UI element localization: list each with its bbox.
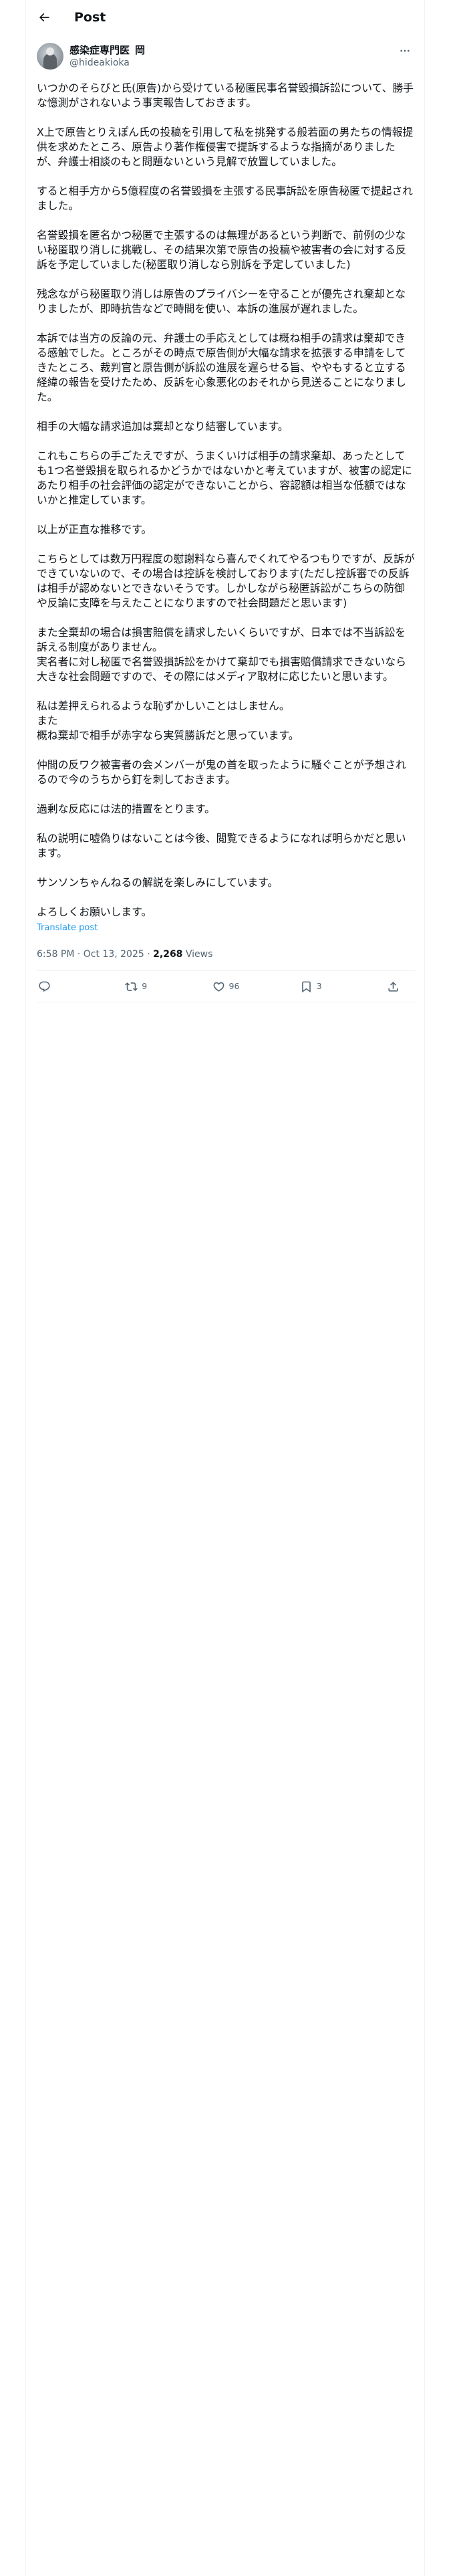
post-date[interactable]: Oct 13, 2025	[84, 949, 144, 960]
post-paragraph: いつかのそらびと氏(原告)から受けている秘匿民事名誉毀損訴訟について、勝手な憶測…	[37, 82, 414, 109]
avatar[interactable]	[37, 43, 63, 70]
like-count: 96	[229, 981, 240, 991]
bookmark-icon	[301, 981, 311, 992]
page-header: Post	[26, 0, 424, 35]
post-paragraph: すると相手方から5億程度の名誉毀損を主張する民事訴訟を原告秘匿で提起されました。	[37, 185, 413, 212]
post-paragraph: 私の説明に嘘偽りはないことは今後、閲覧できるようになれば明らかだと思います。	[37, 832, 406, 859]
reply-button[interactable]	[38, 980, 65, 993]
post-paragraph: 以上が正直な推移です。	[37, 523, 152, 536]
post-body: いつかのそらびと氏(原告)から受けている秘匿民事名誉毀損訴訟について、勝手な憶測…	[37, 81, 415, 1002]
post-paragraph: サンソンちゃんねるの解説を楽しみにしています。	[37, 876, 279, 889]
post-paragraph: X上で原告とりえぽん氏の投稿を引用して私を挑発する般若面の男たちの情報提供を求め…	[37, 126, 414, 168]
author-row: 感染症専門医 岡 @hideakioka	[37, 43, 415, 72]
main-column: Post 感染症専門医 岡 @hideakioka いつかのそらびと氏(原告)か…	[25, 0, 425, 2576]
translate-post-link[interactable]: Translate post	[37, 922, 415, 934]
more-options-button[interactable]	[395, 43, 415, 59]
action-bar: 9 96 3	[37, 971, 415, 1002]
repost-count: 9	[142, 981, 148, 991]
post-paragraph: 過剰な反応には法的措置をとります。	[37, 802, 215, 815]
bookmark-count: 3	[316, 981, 322, 991]
post-meta: 6:58 PM · Oct 13, 2025 · 2,268 Views	[37, 948, 415, 971]
share-icon	[388, 981, 398, 992]
author-handle[interactable]: @hideakioka	[69, 57, 130, 69]
heart-icon	[213, 982, 224, 992]
repost-icon	[125, 982, 138, 991]
post-paragraph: 相手の大幅な請求追加は棄却となり結審しています。	[37, 420, 289, 433]
author-name-badge: 岡	[135, 44, 146, 56]
bookmark-button[interactable]: 3	[300, 979, 327, 994]
post-paragraph: また全棄却の場合は損害賠償を請求したいくらいですが、日本では不当訴訟を訴える制度…	[37, 626, 406, 683]
page-title: Post	[74, 10, 106, 25]
more-horizontal-icon	[400, 49, 410, 52]
post-time[interactable]: 6:58 PM	[37, 949, 74, 960]
repost-button[interactable]: 9	[125, 979, 152, 994]
post-paragraph: 残念ながら秘匿取り消しは原告のプライバシーを守ることが優先され棄却となりましたが…	[37, 288, 406, 315]
author-display-name[interactable]: 感染症専門医	[69, 43, 130, 57]
back-button[interactable]	[33, 6, 55, 29]
post-paragraph: よろしくお願いします。	[37, 905, 152, 918]
post-paragraph: これもこちらの手ごたえですが、うまくいけば相手の請求棄却、あったとしても1つ名誉…	[37, 449, 412, 506]
post-paragraph: 私は差押えられるような恥ずかしいことはしません。 また 概ね棄却で相手が赤字なら…	[37, 700, 299, 742]
views-label: Views	[185, 949, 213, 960]
post-paragraph: 本訴では当方の反論の元、弁護士の手応えとしては概ね相手の請求は棄却できる感触でし…	[37, 332, 406, 403]
arrow-left-icon	[39, 13, 49, 22]
share-button[interactable]	[387, 980, 414, 993]
post-paragraph: 名誉毀損を匿名かつ秘匿で主張するのは無理があるという判断で、前例の少ない秘匿取り…	[37, 229, 406, 271]
reply-icon	[39, 981, 50, 992]
meta-separator: ·	[77, 949, 81, 960]
post-paragraph: こちらとしては数万円程度の慰謝料なら喜んでくれてやるつもりですが、反訴ができてい…	[37, 552, 415, 609]
views-count: 2,268	[153, 949, 183, 960]
post-paragraph: 仲間の反ワク被害者の会メンバーが鬼の首を取ったように騒ぐことが予想されるので今の…	[37, 758, 406, 786]
meta-separator: ·	[147, 949, 150, 960]
author-name-line[interactable]: 感染症専門医 岡	[69, 43, 145, 57]
like-button[interactable]: 96	[212, 979, 240, 994]
